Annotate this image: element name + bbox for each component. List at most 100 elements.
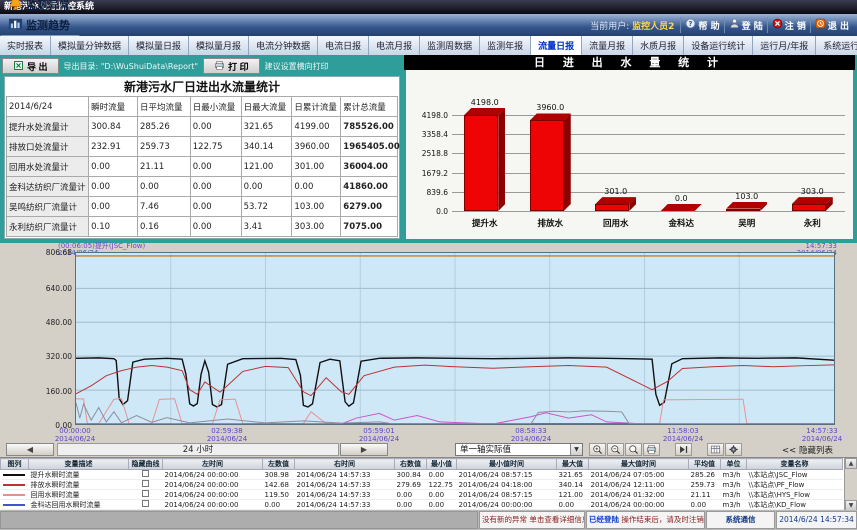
- tab-9[interactable]: 流量日报: [531, 36, 582, 55]
- value-mode-select[interactable]: 单一轴实际值 ▼: [455, 443, 583, 456]
- bar-value-label: 0.0: [651, 194, 711, 203]
- printer-icon: [214, 60, 225, 73]
- printer-button[interactable]: [643, 443, 660, 456]
- tab-11[interactable]: 水质月报: [633, 36, 684, 55]
- play-end-button[interactable]: [675, 443, 692, 456]
- chevron-down-icon[interactable]: ▼: [570, 444, 582, 455]
- flow-table-row: 提升水处流量计300.84285.260.00321.654199.007855…: [7, 117, 398, 137]
- zoom-in-button[interactable]: [589, 443, 606, 456]
- curve-table-row[interactable]: 金科达回用水瞬时流量2014/06/24 00:00:000.002014/06…: [1, 500, 843, 510]
- report-toolbar: 导 出 导出目录: "D:\WuShuiData\Report" 打 印 建议设…: [2, 57, 402, 75]
- logout-button[interactable]: 注 销: [767, 17, 810, 33]
- title-bar: 新港污水处理监控系统: [0, 0, 857, 14]
- bar-y-tick: 0.0: [406, 207, 448, 216]
- menu-right: 当前用户: 监控人员2 ?帮 助登 陆注 销退 出: [590, 17, 857, 33]
- status-alarm-message[interactable]: 没有新的异常 单击查看详细信息: [479, 511, 585, 529]
- zoom-out-button[interactable]: [607, 443, 624, 456]
- system-buttons: ?帮 助登 陆注 销退 出: [680, 17, 853, 33]
- trend-y-tick: 160.00: [28, 387, 72, 396]
- export-button[interactable]: 导 出: [2, 58, 59, 74]
- bar: [530, 120, 564, 211]
- zoom-reset-button[interactable]: [625, 443, 642, 456]
- flow-report-panel: 导 出 导出目录: "D:\WuShuiData\Report" 打 印 建议设…: [2, 55, 402, 241]
- bar-gridline: [452, 115, 845, 116]
- help-icon: ?: [685, 18, 696, 32]
- print-button-label: 打 印: [228, 60, 249, 73]
- trend-y-tick: 640.00: [28, 284, 72, 293]
- bar-top-face: [726, 202, 767, 209]
- trend-x-tick: 14:57:332014/06/24: [787, 427, 857, 443]
- scroll-right-button[interactable]: ▶: [340, 443, 388, 456]
- bar-y-tick: 2518.8: [406, 149, 448, 158]
- hide-curve-checkbox[interactable]: [142, 500, 149, 507]
- flow-table-row: 吴鸣纺织厂流量计0.007.460.0053.72103.006279.00: [7, 197, 398, 217]
- exit-icon: [815, 18, 826, 32]
- bar-category-label: 金科达: [649, 217, 715, 229]
- curve-table-header: 图列变量描述隐藏曲线左时间左数值右时间右数值最小值最小值时间最大值最大值时间平均…: [1, 459, 843, 470]
- current-user: 当前用户: 监控人员2: [590, 19, 674, 32]
- bar-chart-panel: 日 进 出 水 量 统 计 0.0839.61679.22518.83358.4…: [404, 55, 855, 241]
- help-button[interactable]: ?帮 助: [680, 17, 723, 33]
- menu-item-trend[interactable]: 监测趋势: [0, 15, 80, 35]
- tab-13[interactable]: 运行月/年报: [753, 36, 816, 55]
- bar-gridline: [452, 153, 845, 154]
- curve-table-row[interactable]: 提升水瞬时流量2014/06/24 00:00:00308.982014/06/…: [1, 470, 843, 480]
- hide-curve-checkbox[interactable]: [142, 490, 149, 497]
- curve-table-row[interactable]: 排放水瞬时流量2014/06/24 00:00:00142.682014/06/…: [1, 480, 843, 490]
- tab-3[interactable]: 模拟量月报: [189, 36, 249, 55]
- hide-curve-checkbox[interactable]: [142, 470, 149, 477]
- export-dir-label: 导出目录: "D:\WuShuiData\Report": [64, 61, 199, 72]
- scroll-up-button[interactable]: ▲: [845, 458, 857, 469]
- table-button[interactable]: [707, 443, 724, 456]
- bar-value-label: 303.0: [782, 187, 842, 196]
- trend-x-tick: 02:59:382014/06/24: [192, 427, 262, 443]
- gear-small-button[interactable]: [725, 443, 742, 456]
- tab-7[interactable]: 监测周数据: [420, 36, 480, 55]
- trend-y-tick: 806.68: [28, 248, 72, 257]
- tab-4[interactable]: 电流分钟数据: [249, 36, 318, 55]
- tab-12[interactable]: 设备运行统计: [684, 36, 753, 55]
- tab-8[interactable]: 监测年报: [480, 36, 531, 55]
- trend-x-tick: 00:00:002014/06/24: [40, 427, 110, 443]
- bar-top-face: [530, 113, 571, 120]
- hide-list-button[interactable]: << 隐藏列表: [760, 444, 855, 456]
- tab-2[interactable]: 模拟量日报: [129, 36, 189, 55]
- trend-plot[interactable]: [75, 252, 835, 425]
- bar-gridline: [452, 173, 845, 174]
- trend-nav-bar: ◀ 24 小时 ▶ 单一轴实际值 ▼ << 隐藏列表: [0, 443, 857, 457]
- login-button[interactable]: 登 陆: [724, 17, 767, 33]
- tab-10[interactable]: 流量月报: [582, 36, 633, 55]
- flow-table: 2014/6/24瞬时流量日平均流量日最小流量日最大流量日累计流量累计总流量提升…: [6, 96, 398, 237]
- bar-side-face: [564, 113, 571, 211]
- exit-button[interactable]: 退 出: [810, 17, 853, 33]
- curve-color-swatch: [3, 504, 25, 506]
- print-button[interactable]: 打 印: [203, 58, 260, 74]
- curve-table-row[interactable]: 回用水瞬时流量2014/06/24 00:00:00119.502014/06/…: [1, 490, 843, 500]
- bar-value-label: 103.0: [717, 192, 777, 201]
- curve-table-scrollbar[interactable]: ▲ ▼: [844, 458, 857, 511]
- status-comm-indicator: 系统通信: [706, 511, 775, 529]
- time-range-track[interactable]: 24 小时: [57, 443, 339, 456]
- trend-x-tick: 08:58:332014/06/24: [496, 427, 566, 443]
- tab-1[interactable]: 模拟量分钟数据: [51, 36, 129, 55]
- tab-14[interactable]: 系统运行月报: [816, 36, 857, 55]
- bar-category-label: 永利: [780, 217, 846, 229]
- menu-bar: 系统工艺监测异常监测趋势监测报表参数设置 当前用户: 监控人员2 ?帮 助登 陆…: [0, 14, 857, 36]
- trend-y-tick: 480.00: [28, 318, 72, 327]
- hide-curve-checkbox[interactable]: [142, 480, 149, 487]
- bar-y-tick: 3358.4: [406, 130, 448, 139]
- bar-top-face: [661, 204, 702, 211]
- tab-5[interactable]: 电流日报: [318, 36, 369, 55]
- report-tab-bar: 实时报表模拟量分钟数据模拟量日报模拟量月报电流分钟数据电流日报电流月报监测周数据…: [0, 36, 857, 55]
- bar-category-label: 排放水: [518, 217, 584, 229]
- tab-6[interactable]: 电流月报: [369, 36, 420, 55]
- bar-gridline: [452, 134, 845, 135]
- flow-table-row: 永利纺织厂流量计0.100.160.003.41303.007075.00: [7, 217, 398, 237]
- flow-table-row: 排放口处流量计232.91259.73122.75340.143960.0019…: [7, 137, 398, 157]
- bar-value-label: 301.0: [586, 187, 646, 196]
- scroll-left-button[interactable]: ◀: [6, 443, 54, 456]
- menu-item-bell[interactable]: 监测异常: [0, 0, 80, 15]
- bar-chart-title: 日 进 出 水 量 统 计: [404, 55, 855, 70]
- trend-y-tick: 320.00: [28, 352, 72, 361]
- tab-0[interactable]: 实时报表: [0, 36, 51, 55]
